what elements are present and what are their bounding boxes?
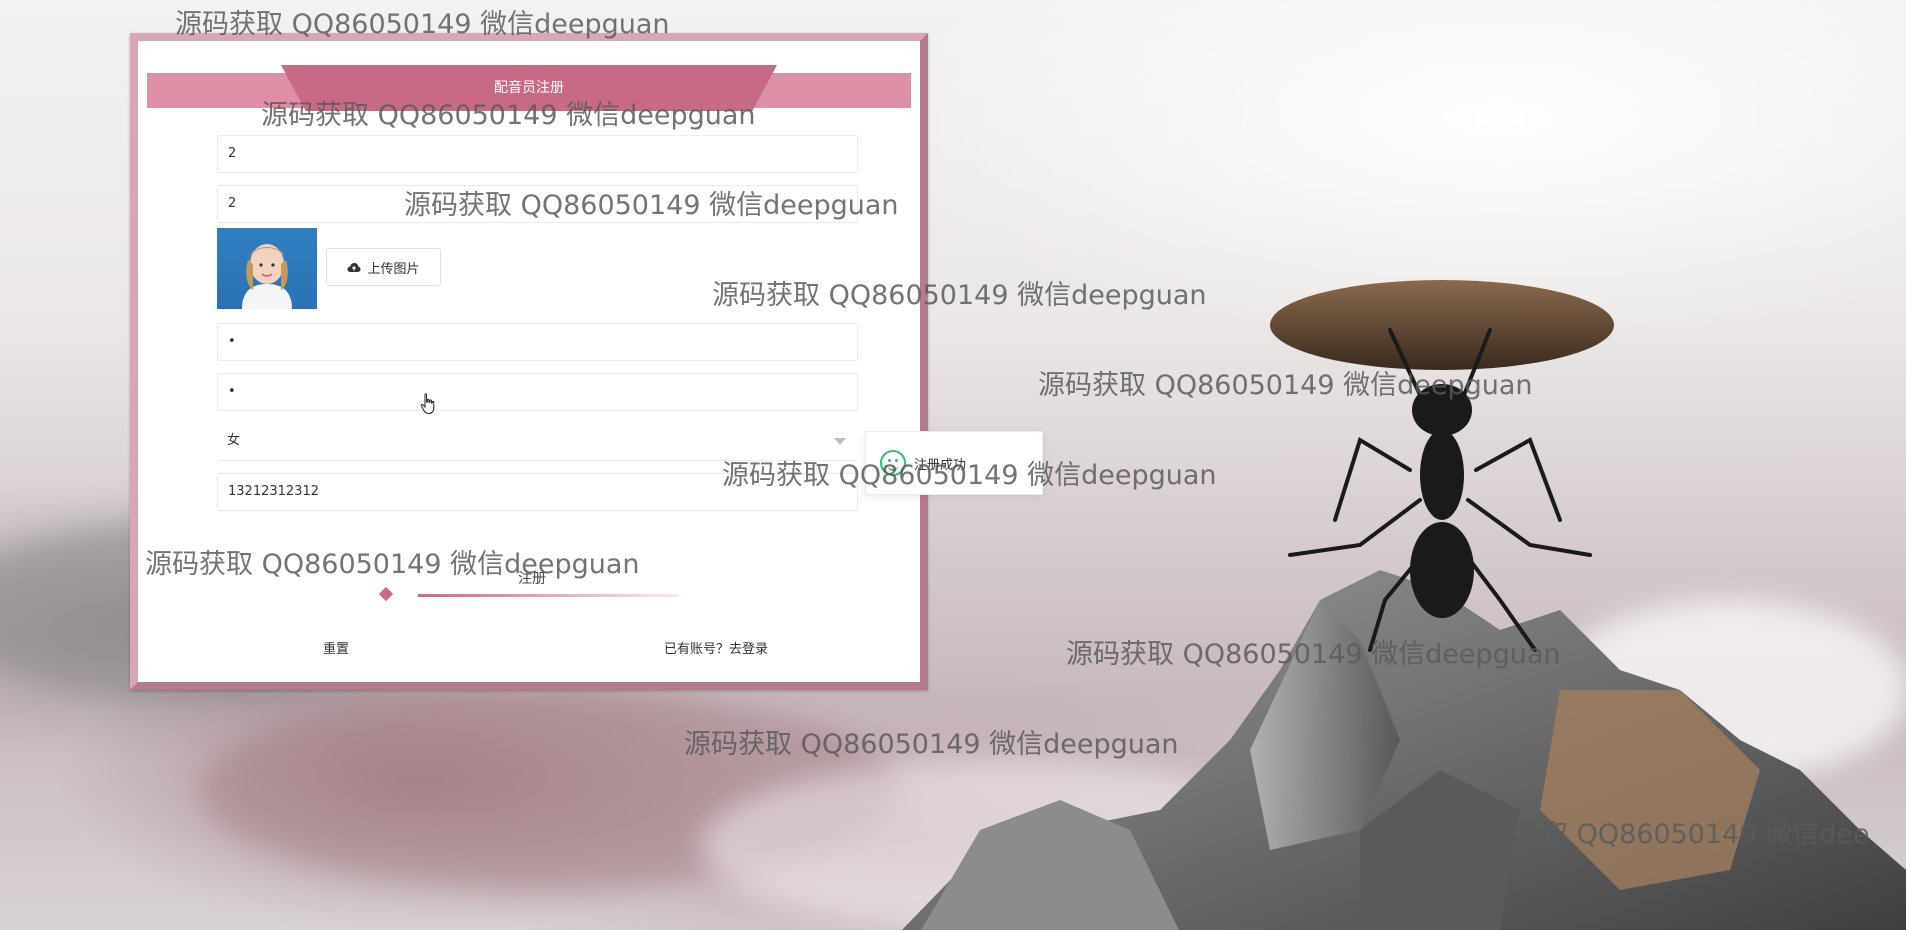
avatar [217,228,317,309]
gender-select[interactable]: 女 [217,423,858,461]
chevron-down-icon [834,438,846,445]
page-title: 配音员注册 [494,80,564,96]
smile-icon [880,450,906,476]
upload-image-button[interactable]: 上传图片 [326,248,441,286]
rock-ant-illustration [900,280,1906,932]
diamond-decoration [378,586,394,602]
cloud-upload-icon [347,262,361,272]
confirm-password-field[interactable]: • [217,373,858,411]
name-field[interactable]: 2 [217,185,858,223]
hand-pointer-icon [420,393,435,415]
account-field[interactable]: 2 [217,135,858,173]
register-button[interactable]: 注册 [518,568,546,588]
phone-field[interactable]: 13212312312 [217,473,858,511]
gender-select-value: 女 [227,433,241,448]
go-login-link[interactable]: 已有账号？去登录 [664,638,768,657]
divider [418,594,678,597]
avatar-photo [242,244,292,309]
reset-button[interactable]: 重置 [323,638,349,657]
register-panel: 配音员注册 2 2 上传图片 • • 女 13212312312 注册 重置 已… [130,33,928,690]
toast-message: 注册成功 [914,457,967,473]
upload-image-label: 上传图片 [367,261,420,277]
success-toast: 注册成功 [865,431,1043,495]
password-field[interactable]: • [217,323,858,361]
